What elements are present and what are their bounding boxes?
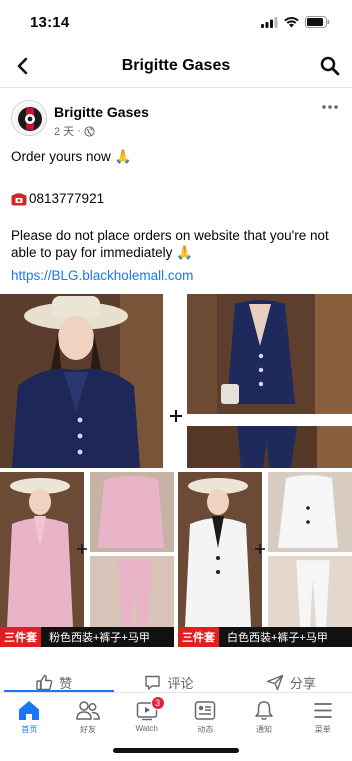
photo-white-suit[interactable] xyxy=(178,472,352,647)
comment-button[interactable]: 评论 xyxy=(144,673,194,692)
share-button[interactable]: 分享 xyxy=(266,673,316,692)
phone-number[interactable]: 0813777921 xyxy=(29,190,104,207)
tab-friends[interactable]: 好友 xyxy=(59,693,118,739)
watch-badge: 3 xyxy=(150,696,165,710)
post-time[interactable]: 2 天 xyxy=(54,123,74,139)
friends-icon xyxy=(76,701,100,720)
tab-menu[interactable]: 菜单 xyxy=(293,693,352,739)
caption-white-suit: 三件套 白色西装+裤子+马甲 xyxy=(178,627,352,647)
home-icon xyxy=(19,701,40,720)
tab-label: 通知 xyxy=(256,725,273,734)
more-dots-icon[interactable] xyxy=(320,102,340,112)
plus-sign xyxy=(168,408,184,424)
like-label: 赞 xyxy=(59,675,73,691)
photo-grid[interactable]: 三件套 粉色西装+裤子+马甲 三件套 白色西装+裤子+马甲 xyxy=(0,294,352,647)
navy-pants-illustration xyxy=(187,426,352,468)
status-bar: 13:14 xyxy=(0,0,352,44)
tab-feed[interactable]: 动态 xyxy=(176,693,235,739)
white-suit-illustration xyxy=(178,472,352,647)
tab-label: 动态 xyxy=(197,725,214,734)
menu-icon xyxy=(313,703,332,718)
page-name[interactable]: Brigitte Gases xyxy=(54,104,149,120)
post-link[interactable]: https://BLG.blackholemall.com xyxy=(11,267,193,284)
photo-navy-vest[interactable] xyxy=(187,294,352,414)
post-header: Brigitte Gases 2 天 · xyxy=(0,96,352,142)
avatar[interactable] xyxy=(11,100,47,136)
post-line-phone: 0813777921 xyxy=(11,190,104,207)
caption-tag: 三件套 xyxy=(178,627,219,647)
caption-text: 白色西装+裤子+马甲 xyxy=(227,632,328,644)
telephone-icon xyxy=(11,192,27,205)
bell-icon xyxy=(255,701,273,720)
status-time: 13:14 xyxy=(30,13,70,31)
pink-suit-illustration xyxy=(0,472,174,647)
thumbs-up-icon xyxy=(36,674,53,690)
search-icon xyxy=(320,56,340,76)
chevron-left-icon xyxy=(17,57,28,75)
comment-icon xyxy=(145,675,161,690)
plus-icon xyxy=(170,410,182,422)
photo-pink-suit[interactable] xyxy=(0,472,174,647)
caption-pink-suit: 三件套 粉色西装+裤子+马甲 xyxy=(0,627,174,647)
nav-header: Brigitte Gases xyxy=(0,44,352,88)
status-icons xyxy=(261,16,330,28)
back-button[interactable] xyxy=(10,54,34,78)
brand-logo-icon xyxy=(14,103,46,135)
bottom-tab-bar: 首页 好友 3 Watch 动态 通知 菜单 xyxy=(0,692,352,739)
comment-label: 评论 xyxy=(167,675,194,691)
globe-icon xyxy=(84,125,95,137)
navy-suit-model-illustration xyxy=(0,294,163,468)
caption-tag: 三件套 xyxy=(0,627,41,647)
tab-notifications[interactable]: 通知 xyxy=(235,693,294,739)
post-meta: 2 天 · xyxy=(54,123,95,139)
caption-text: 粉色西装+裤子+马甲 xyxy=(49,632,150,644)
signal-icon xyxy=(261,16,278,28)
meta-dot: · xyxy=(77,125,81,137)
navy-vest-illustration xyxy=(187,294,352,414)
battery-icon xyxy=(305,16,330,28)
share-icon xyxy=(266,674,284,690)
feed-icon xyxy=(195,701,216,720)
tab-watch[interactable]: 3 Watch xyxy=(117,693,176,739)
photo-navy-pants[interactable] xyxy=(187,426,352,468)
share-label: 分享 xyxy=(289,675,316,691)
tab-label: 菜单 xyxy=(314,725,331,734)
home-indicator xyxy=(113,748,239,753)
post-line-order: Order yours now 🙏 xyxy=(11,149,132,164)
like-button[interactable]: 赞 xyxy=(36,673,72,692)
photo-navy-suit-model[interactable] xyxy=(0,294,163,468)
wifi-icon xyxy=(284,16,299,27)
page-title: Brigitte Gases xyxy=(121,56,231,74)
tab-label: Watch xyxy=(135,724,158,733)
tab-label: 首页 xyxy=(21,725,38,734)
search-button[interactable] xyxy=(318,54,342,78)
tab-label: 好友 xyxy=(80,725,96,734)
post-line-notice: Please do not place orders on website th… xyxy=(11,228,329,260)
tab-home[interactable]: 首页 xyxy=(0,693,59,739)
